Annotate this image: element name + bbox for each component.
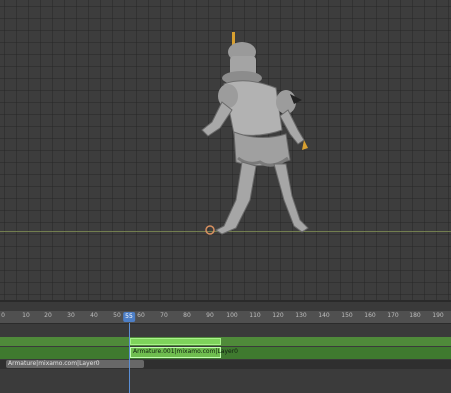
nla-track-action[interactable] bbox=[0, 337, 451, 346]
tick-label: 30 bbox=[67, 312, 75, 319]
action-strip-label: Armature.001|mixamo.com|Layer0 bbox=[133, 348, 238, 355]
tick-label: 80 bbox=[183, 312, 191, 319]
tick-label: 150 bbox=[341, 312, 353, 319]
tick-label: 130 bbox=[295, 312, 307, 319]
nla-track-name-label: Armature|mixamo.com|Layer0 bbox=[8, 360, 100, 367]
tick-label: 0 bbox=[1, 312, 5, 319]
tick-label: 10 bbox=[22, 312, 30, 319]
tick-label: 100 bbox=[226, 312, 238, 319]
tick-label: 90 bbox=[206, 312, 214, 319]
tick-label: 180 bbox=[409, 312, 421, 319]
tick-label: 50 bbox=[113, 312, 121, 319]
nla-empty-area[interactable] bbox=[0, 369, 451, 393]
tick-label: 60 bbox=[137, 312, 145, 319]
tick-label: 70 bbox=[160, 312, 168, 319]
tick-label: 120 bbox=[272, 312, 284, 319]
armature-character-model[interactable] bbox=[190, 30, 330, 240]
tick-label: 110 bbox=[249, 312, 261, 319]
tick-label: 40 bbox=[90, 312, 98, 319]
tick-label: 160 bbox=[364, 312, 376, 319]
action-keyframe-strip[interactable] bbox=[130, 338, 221, 345]
tick-label: 190 bbox=[432, 312, 444, 319]
3d-viewport[interactable] bbox=[0, 0, 451, 300]
tick-label: 140 bbox=[318, 312, 330, 319]
tick-label: 170 bbox=[387, 312, 399, 319]
current-frame-indicator[interactable]: 55 bbox=[123, 312, 135, 322]
timeline-ruler[interactable]: 0 10 20 30 40 50 55 60 70 80 90 100 110 … bbox=[0, 311, 451, 324]
tick-label: 20 bbox=[44, 312, 52, 319]
playhead-line[interactable] bbox=[129, 323, 130, 393]
